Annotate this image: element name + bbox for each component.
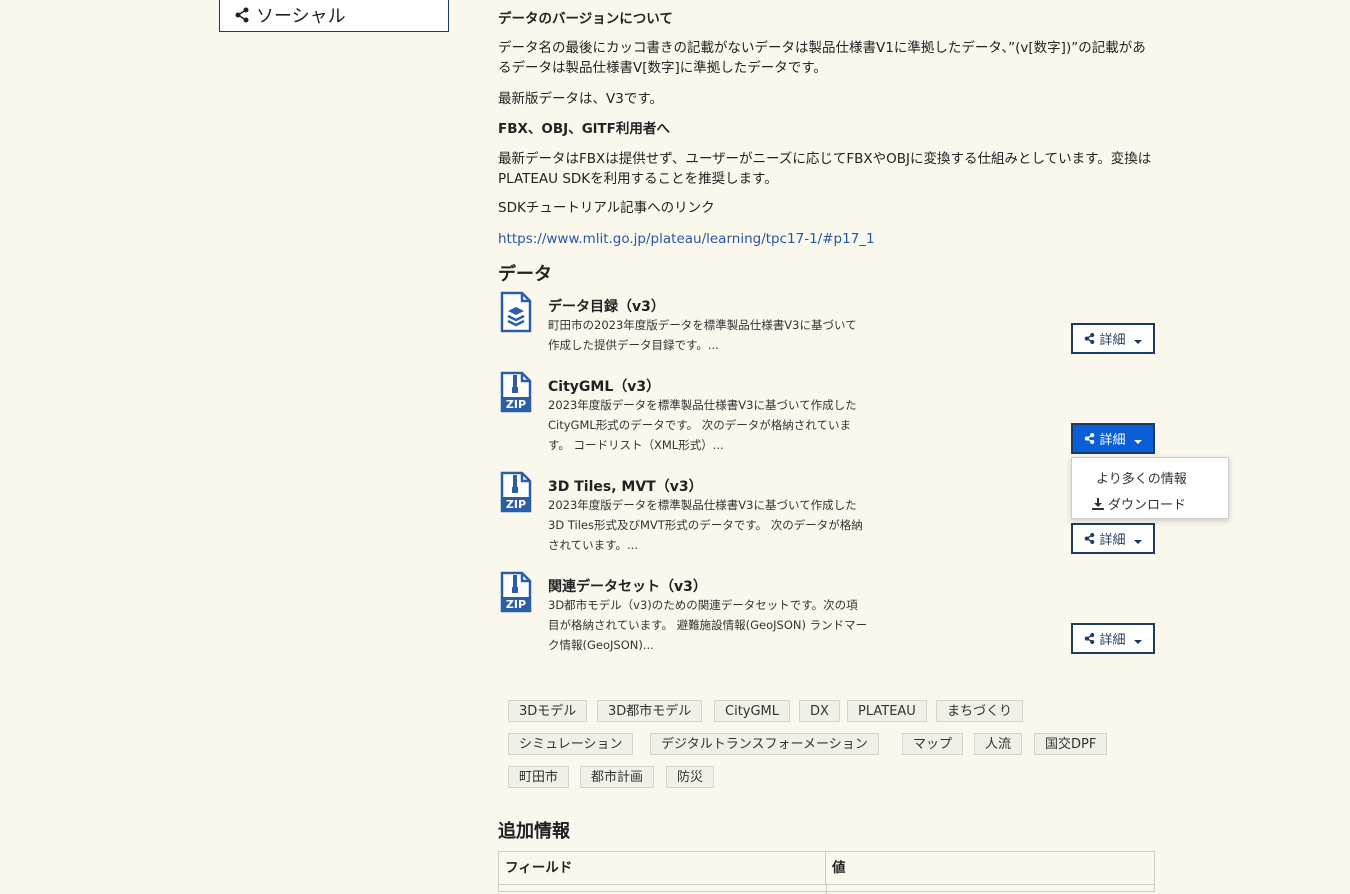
latest-text: 最新版データは、V3です。 [498,91,663,107]
caret-down-icon [1133,539,1142,544]
item-desc-3dtiles: 2023年度版データを標準製品仕様書V3に基づいて作成した3D Tiles形式及… [548,498,863,552]
svg-text:ZIP: ZIP [506,498,526,511]
sdk-tutorial-link[interactable]: https://www.mlit.go.jp/plateau/learning/… [498,231,875,247]
detail-button-3dtiles[interactable]: 詳細 [1071,523,1155,554]
tag[interactable]: 防災 [666,766,715,788]
svg-text:ZIP: ZIP [506,598,526,611]
detail-button-citygml[interactable]: 詳細 [1071,423,1155,454]
tag[interactable]: 町田市 [508,766,570,788]
tag[interactable]: DX [799,700,840,722]
table-header-field: フィールド [499,852,826,884]
tag[interactable]: 都市計画 [580,766,655,788]
tag[interactable]: PLATEAU [847,700,927,722]
tag[interactable]: CityGML [714,700,791,722]
detail-label: 詳細 [1099,433,1126,448]
tag[interactable]: 人流 [974,733,1023,755]
item-desc-citygml: 2023年度版データを標準製品仕様書V3に基づいて作成したCityGML形式のデ… [548,398,857,452]
table-header-value: 値 [832,860,846,876]
caret-down-icon [1133,439,1142,444]
caret-down-icon [1133,339,1142,344]
data-heading: データ [498,264,552,285]
social-share-link[interactable]: ソーシャル [234,2,346,28]
additional-info-table: フィールド 値 [498,851,1155,894]
item-title-related[interactable]: 関連データセット（v3） [548,576,707,596]
detail-label: 詳細 [1099,533,1126,548]
tag[interactable]: マップ [902,733,964,755]
detail-label: 詳細 [1099,633,1126,648]
detail-button-related[interactable]: 詳細 [1071,623,1155,654]
item-desc-related: 3D都市モデル（v3)のための関連データセットです。次の項目が格納されています。… [548,598,868,652]
item-title-catalog[interactable]: データ目録（v3） [548,296,665,316]
detail-button-catalog[interactable]: 詳細 [1071,323,1155,354]
table-divider [826,884,827,894]
layers-file-icon [500,291,532,333]
fbx-text: 最新データはFBXは提供せず、ユーザーがニーズに応じてFBXやOBJに変換する仕… [498,151,1152,187]
item-desc-catalog: 町田市の2023年度版データを標準製品仕様書V3に基づいて作成した提供データ目録… [548,318,857,352]
item-title-citygml[interactable]: CityGML（v3） [548,376,660,396]
tag[interactable]: シミュレーション [508,733,634,755]
sdk-text: SDKチュートリアル記事へのリンク [498,200,715,216]
share-icon [1085,533,1095,544]
tag[interactable]: まちづくり [936,700,1024,722]
detail-label: 詳細 [1099,333,1126,348]
share-icon [235,7,249,23]
zip-file-icon: ZIP [500,571,532,613]
zip-file-icon: ZIP [500,371,532,413]
zip-file-icon: ZIP [500,471,532,513]
social-label: ソーシャル [256,6,346,27]
svg-text:ZIP: ZIP [506,398,526,411]
share-icon [1085,633,1095,644]
tag[interactable]: 3D都市モデル [597,700,703,722]
additional-info-heading: 追加情報 [498,821,570,842]
share-icon [1085,433,1095,444]
download-label: ダウンロード [1108,498,1187,513]
menu-item-more-info[interactable]: より多くの情報 [1096,468,1252,487]
version-heading: データのバージョンについて [498,11,673,27]
detail-dropdown-menu: より多くの情報 ダウンロード [1071,457,1229,519]
item-title-3dtiles[interactable]: 3D Tiles, MVT（v3） [548,476,703,496]
tag[interactable]: デジタルトランスフォーメーション [650,733,879,755]
tag[interactable]: 3Dモデル [508,700,588,722]
fbx-heading: FBX、OBJ、GlTF利用者へ [498,121,670,137]
menu-item-download[interactable]: ダウンロード [1092,494,1248,513]
caret-down-icon [1133,639,1142,644]
tag[interactable]: 国交DPF [1034,733,1108,755]
version-text: データ名の最後にカッコ書きの記載がないデータは製品仕様書V1に準拠したデータ、”… [498,40,1146,76]
sidebar-social-panel: ソーシャル [219,0,449,32]
download-icon [1092,497,1104,510]
share-icon [1085,333,1095,344]
